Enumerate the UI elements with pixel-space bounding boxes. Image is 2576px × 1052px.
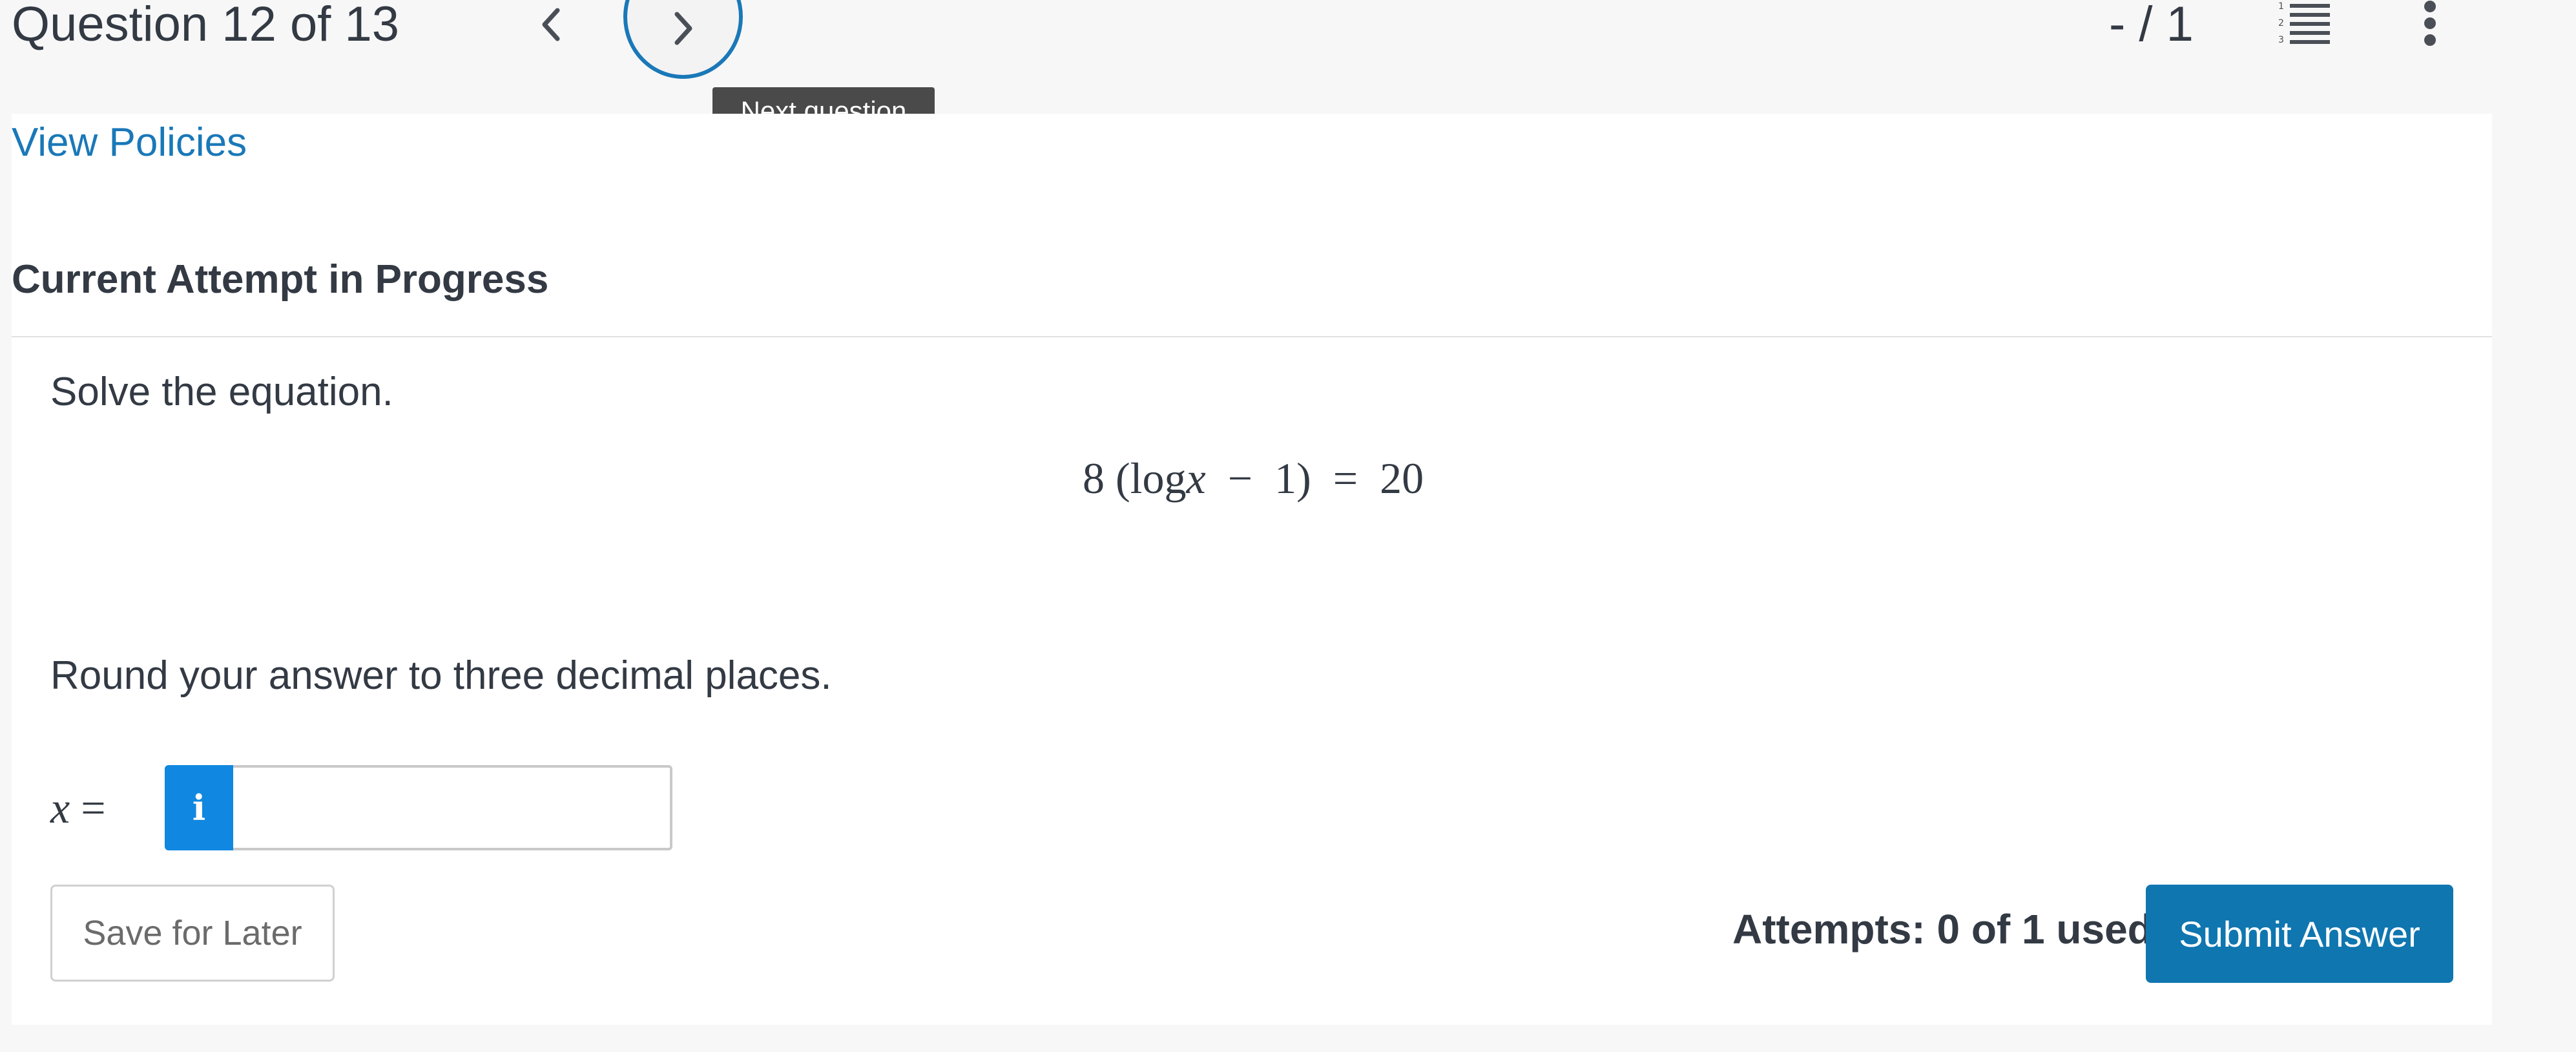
answer-label: x = (50, 782, 106, 834)
rounding-instruction: Round your answer to three decimal place… (50, 653, 832, 698)
equation-rhs: 20 (1380, 454, 1424, 503)
submit-answer-button[interactable]: Submit Answer (2146, 885, 2453, 983)
svg-text:2: 2 (2278, 18, 2284, 28)
equation-minus: − (1227, 454, 1253, 503)
more-options-button[interactable] (2419, 0, 2441, 47)
chevron-right-icon (674, 12, 692, 45)
equation-equals: = (1333, 454, 1358, 503)
question-score: - / 1 (2109, 0, 2194, 52)
equation-log-open: (log (1116, 454, 1187, 503)
view-policies-link[interactable]: View Policies (12, 123, 247, 163)
equation-variable: x (1186, 454, 1206, 503)
info-button[interactable]: i (165, 765, 233, 850)
question-counter: Question 12 of 13 (12, 0, 399, 52)
save-for-later-button[interactable]: Save for Later (50, 885, 335, 982)
divider (12, 336, 2492, 337)
chevron-left-icon (542, 8, 559, 41)
question-prompt: Solve the equation. (50, 370, 393, 414)
attempts-counter: Attempts: 0 of 1 used (1732, 906, 2153, 952)
question-card (12, 114, 2492, 1025)
svg-text:3: 3 (2278, 35, 2284, 45)
attempt-heading: Current Attempt in Progress (12, 257, 549, 302)
equation: 8 (logx − 1) = 20 (1083, 452, 1424, 504)
previous-question-button[interactable] (526, 0, 575, 48)
equation-one: 1) (1274, 454, 1311, 503)
question-list-button[interactable]: 1 2 3 (2277, 0, 2332, 45)
answer-variable: x (50, 783, 70, 832)
equation-coefficient: 8 (1083, 454, 1105, 503)
next-question-button[interactable] (623, 0, 743, 79)
svg-text:1: 1 (2278, 1, 2284, 12)
quiz-page: Question 12 of 13 Next question - / 1 1 … (0, 0, 2576, 1052)
vertical-dots-icon (2424, 1, 2436, 46)
answer-input[interactable] (233, 765, 672, 850)
numbered-list-icon: 1 2 3 (2278, 1, 2330, 45)
answer-equals: = (81, 783, 106, 832)
info-icon: i (192, 787, 206, 828)
